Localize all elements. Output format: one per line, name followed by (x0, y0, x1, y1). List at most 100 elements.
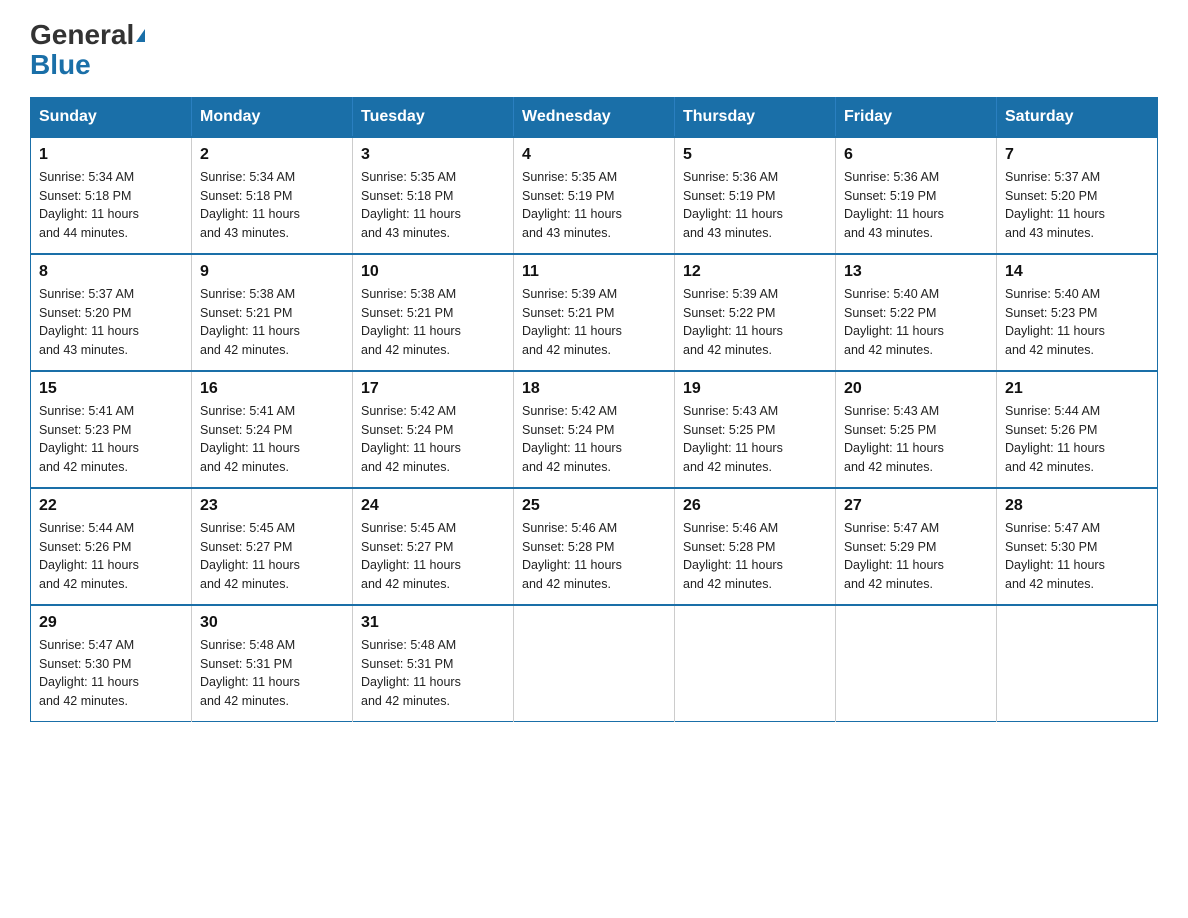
day-info: Sunrise: 5:36 AM Sunset: 5:19 PM Dayligh… (844, 168, 988, 243)
calendar-cell: 6 Sunrise: 5:36 AM Sunset: 5:19 PM Dayli… (836, 137, 997, 254)
day-info: Sunrise: 5:39 AM Sunset: 5:22 PM Dayligh… (683, 285, 827, 360)
weekday-header-wednesday: Wednesday (514, 97, 675, 137)
day-number: 3 (361, 146, 505, 164)
calendar-cell: 13 Sunrise: 5:40 AM Sunset: 5:22 PM Dayl… (836, 254, 997, 371)
day-info: Sunrise: 5:38 AM Sunset: 5:21 PM Dayligh… (361, 285, 505, 360)
calendar-cell: 7 Sunrise: 5:37 AM Sunset: 5:20 PM Dayli… (997, 137, 1158, 254)
day-info: Sunrise: 5:44 AM Sunset: 5:26 PM Dayligh… (39, 519, 183, 594)
day-number: 9 (200, 263, 344, 281)
calendar-cell (675, 605, 836, 722)
calendar-cell: 28 Sunrise: 5:47 AM Sunset: 5:30 PM Dayl… (997, 488, 1158, 605)
day-number: 17 (361, 380, 505, 398)
day-number: 21 (1005, 380, 1149, 398)
day-info: Sunrise: 5:46 AM Sunset: 5:28 PM Dayligh… (522, 519, 666, 594)
calendar-cell: 18 Sunrise: 5:42 AM Sunset: 5:24 PM Dayl… (514, 371, 675, 488)
calendar-cell: 5 Sunrise: 5:36 AM Sunset: 5:19 PM Dayli… (675, 137, 836, 254)
day-info: Sunrise: 5:37 AM Sunset: 5:20 PM Dayligh… (39, 285, 183, 360)
day-number: 10 (361, 263, 505, 281)
weekday-header-saturday: Saturday (997, 97, 1158, 137)
day-info: Sunrise: 5:47 AM Sunset: 5:29 PM Dayligh… (844, 519, 988, 594)
day-info: Sunrise: 5:34 AM Sunset: 5:18 PM Dayligh… (200, 168, 344, 243)
day-number: 7 (1005, 146, 1149, 164)
day-info: Sunrise: 5:35 AM Sunset: 5:19 PM Dayligh… (522, 168, 666, 243)
day-number: 31 (361, 614, 505, 632)
day-number: 6 (844, 146, 988, 164)
day-info: Sunrise: 5:39 AM Sunset: 5:21 PM Dayligh… (522, 285, 666, 360)
day-info: Sunrise: 5:44 AM Sunset: 5:26 PM Dayligh… (1005, 402, 1149, 477)
calendar-cell: 25 Sunrise: 5:46 AM Sunset: 5:28 PM Dayl… (514, 488, 675, 605)
calendar-cell: 31 Sunrise: 5:48 AM Sunset: 5:31 PM Dayl… (353, 605, 514, 722)
page-header: General Blue (30, 20, 1158, 81)
day-info: Sunrise: 5:35 AM Sunset: 5:18 PM Dayligh… (361, 168, 505, 243)
calendar-cell (514, 605, 675, 722)
calendar-cell: 15 Sunrise: 5:41 AM Sunset: 5:23 PM Dayl… (31, 371, 192, 488)
day-number: 29 (39, 614, 183, 632)
day-number: 20 (844, 380, 988, 398)
calendar-cell: 20 Sunrise: 5:43 AM Sunset: 5:25 PM Dayl… (836, 371, 997, 488)
weekday-header-tuesday: Tuesday (353, 97, 514, 137)
calendar-cell: 26 Sunrise: 5:46 AM Sunset: 5:28 PM Dayl… (675, 488, 836, 605)
day-number: 25 (522, 497, 666, 515)
day-number: 26 (683, 497, 827, 515)
calendar-cell: 2 Sunrise: 5:34 AM Sunset: 5:18 PM Dayli… (192, 137, 353, 254)
logo-text: General (30, 20, 145, 51)
day-number: 28 (1005, 497, 1149, 515)
day-info: Sunrise: 5:46 AM Sunset: 5:28 PM Dayligh… (683, 519, 827, 594)
day-number: 8 (39, 263, 183, 281)
logo-blue: Blue (30, 49, 91, 81)
day-number: 15 (39, 380, 183, 398)
week-row-5: 29 Sunrise: 5:47 AM Sunset: 5:30 PM Dayl… (31, 605, 1158, 722)
calendar-cell: 12 Sunrise: 5:39 AM Sunset: 5:22 PM Dayl… (675, 254, 836, 371)
calendar-cell: 4 Sunrise: 5:35 AM Sunset: 5:19 PM Dayli… (514, 137, 675, 254)
calendar: SundayMondayTuesdayWednesdayThursdayFrid… (30, 97, 1158, 722)
day-info: Sunrise: 5:34 AM Sunset: 5:18 PM Dayligh… (39, 168, 183, 243)
day-info: Sunrise: 5:36 AM Sunset: 5:19 PM Dayligh… (683, 168, 827, 243)
day-info: Sunrise: 5:41 AM Sunset: 5:24 PM Dayligh… (200, 402, 344, 477)
calendar-cell: 22 Sunrise: 5:44 AM Sunset: 5:26 PM Dayl… (31, 488, 192, 605)
calendar-cell: 23 Sunrise: 5:45 AM Sunset: 5:27 PM Dayl… (192, 488, 353, 605)
day-info: Sunrise: 5:40 AM Sunset: 5:23 PM Dayligh… (1005, 285, 1149, 360)
day-info: Sunrise: 5:38 AM Sunset: 5:21 PM Dayligh… (200, 285, 344, 360)
week-row-2: 8 Sunrise: 5:37 AM Sunset: 5:20 PM Dayli… (31, 254, 1158, 371)
day-info: Sunrise: 5:45 AM Sunset: 5:27 PM Dayligh… (200, 519, 344, 594)
day-number: 24 (361, 497, 505, 515)
day-info: Sunrise: 5:40 AM Sunset: 5:22 PM Dayligh… (844, 285, 988, 360)
calendar-cell: 9 Sunrise: 5:38 AM Sunset: 5:21 PM Dayli… (192, 254, 353, 371)
calendar-cell: 3 Sunrise: 5:35 AM Sunset: 5:18 PM Dayli… (353, 137, 514, 254)
calendar-cell: 27 Sunrise: 5:47 AM Sunset: 5:29 PM Dayl… (836, 488, 997, 605)
weekday-header-friday: Friday (836, 97, 997, 137)
day-number: 13 (844, 263, 988, 281)
week-row-1: 1 Sunrise: 5:34 AM Sunset: 5:18 PM Dayli… (31, 137, 1158, 254)
weekday-header-sunday: Sunday (31, 97, 192, 137)
day-info: Sunrise: 5:48 AM Sunset: 5:31 PM Dayligh… (200, 636, 344, 711)
day-info: Sunrise: 5:45 AM Sunset: 5:27 PM Dayligh… (361, 519, 505, 594)
day-number: 11 (522, 263, 666, 281)
day-number: 5 (683, 146, 827, 164)
day-info: Sunrise: 5:47 AM Sunset: 5:30 PM Dayligh… (39, 636, 183, 711)
calendar-cell: 8 Sunrise: 5:37 AM Sunset: 5:20 PM Dayli… (31, 254, 192, 371)
day-info: Sunrise: 5:48 AM Sunset: 5:31 PM Dayligh… (361, 636, 505, 711)
weekday-header-thursday: Thursday (675, 97, 836, 137)
day-number: 14 (1005, 263, 1149, 281)
week-row-3: 15 Sunrise: 5:41 AM Sunset: 5:23 PM Dayl… (31, 371, 1158, 488)
day-number: 30 (200, 614, 344, 632)
day-number: 23 (200, 497, 344, 515)
day-number: 19 (683, 380, 827, 398)
calendar-cell (997, 605, 1158, 722)
day-number: 22 (39, 497, 183, 515)
calendar-cell: 30 Sunrise: 5:48 AM Sunset: 5:31 PM Dayl… (192, 605, 353, 722)
calendar-cell: 16 Sunrise: 5:41 AM Sunset: 5:24 PM Dayl… (192, 371, 353, 488)
week-row-4: 22 Sunrise: 5:44 AM Sunset: 5:26 PM Dayl… (31, 488, 1158, 605)
day-info: Sunrise: 5:47 AM Sunset: 5:30 PM Dayligh… (1005, 519, 1149, 594)
calendar-cell: 19 Sunrise: 5:43 AM Sunset: 5:25 PM Dayl… (675, 371, 836, 488)
calendar-cell: 24 Sunrise: 5:45 AM Sunset: 5:27 PM Dayl… (353, 488, 514, 605)
logo: General Blue (30, 20, 145, 81)
weekday-header-monday: Monday (192, 97, 353, 137)
calendar-cell: 17 Sunrise: 5:42 AM Sunset: 5:24 PM Dayl… (353, 371, 514, 488)
day-number: 1 (39, 146, 183, 164)
day-info: Sunrise: 5:42 AM Sunset: 5:24 PM Dayligh… (522, 402, 666, 477)
day-info: Sunrise: 5:37 AM Sunset: 5:20 PM Dayligh… (1005, 168, 1149, 243)
day-info: Sunrise: 5:42 AM Sunset: 5:24 PM Dayligh… (361, 402, 505, 477)
day-number: 2 (200, 146, 344, 164)
calendar-cell: 14 Sunrise: 5:40 AM Sunset: 5:23 PM Dayl… (997, 254, 1158, 371)
